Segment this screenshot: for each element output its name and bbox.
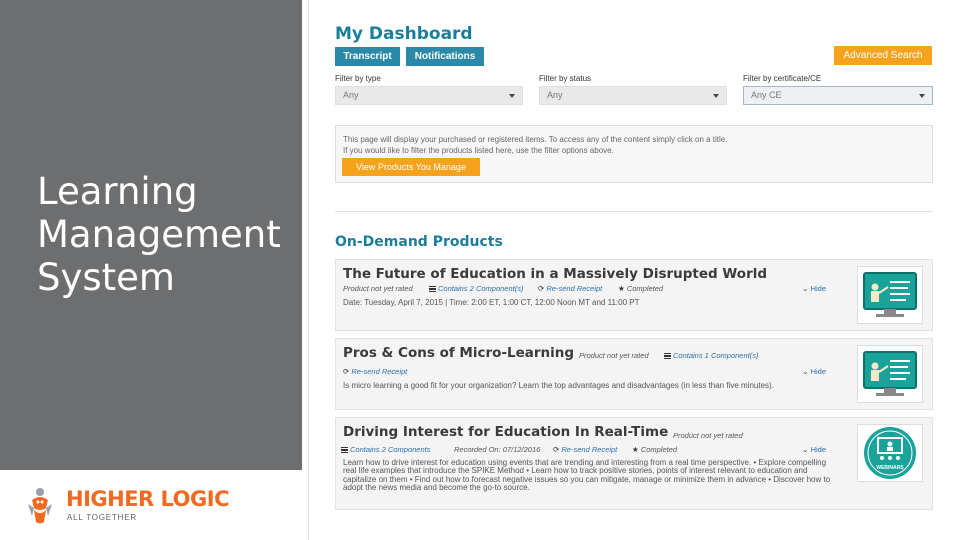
recorded-date: Recorded On: 07/12/2016 (454, 445, 541, 454)
product-components-link[interactable]: Contains 2 Component(s) (429, 284, 523, 293)
product-thumbnail[interactable]: WEBINARS (857, 424, 923, 482)
resend-receipt-link[interactable]: ⟳ Re-send Receipt (343, 367, 407, 376)
filter-status-label: Filter by status (539, 74, 592, 83)
slide-title: Learning Management System (37, 170, 281, 299)
filter-certificate-select[interactable]: Any CE (743, 86, 933, 105)
product-card: Pros & Cons of Micro-Learning Product no… (335, 338, 933, 410)
chevron-down-icon (713, 94, 719, 98)
filter-type-value: Any (343, 90, 359, 100)
refresh-icon: ⟳ (553, 445, 560, 454)
chevron-down-icon: ⌄ (802, 367, 809, 376)
info-line-1: This page will display your purchased or… (343, 135, 728, 144)
section-title: On-Demand Products (335, 234, 503, 250)
logo-tagline: ALL TOGETHER (67, 513, 137, 522)
product-rating: Product not yet rated (673, 431, 743, 440)
product-card: Driving Interest for Education In Real-T… (335, 417, 933, 510)
chevron-down-icon: ⌄ (802, 445, 809, 454)
webinars-label: WEBINARS (876, 465, 904, 471)
chevron-down-icon (509, 94, 515, 98)
section-divider (335, 211, 933, 212)
product-thumbnail[interactable] (857, 345, 923, 403)
filter-type-select[interactable]: Any (335, 86, 523, 105)
product-description: Learn how to drive interest for educatio… (343, 459, 831, 493)
star-icon: ★ (618, 284, 625, 293)
resend-receipt-link[interactable]: ⟳ Re-send Receipt (553, 445, 617, 454)
product-rating: Product not yet rated (579, 351, 649, 360)
logo-wordmark: HIGHER LOGIC (66, 487, 229, 511)
product-title-link[interactable]: The Future of Education in a Massively D… (343, 266, 767, 282)
webinar-badge-icon: WEBINARS (864, 427, 916, 479)
filter-type-label: Filter by type (335, 74, 381, 83)
tab-notifications[interactable]: Notifications (406, 47, 484, 66)
slide-title-line-1: Learning (37, 170, 198, 213)
presenter-monitor-icon (863, 272, 917, 317)
list-icon (429, 286, 436, 292)
list-icon (341, 447, 348, 453)
higher-logic-logo-icon (28, 488, 52, 524)
advanced-search-button[interactable]: Advanced Search (834, 46, 932, 65)
slide-title-line-2: Management (37, 213, 281, 256)
refresh-icon: ⟳ (343, 367, 350, 376)
product-components-link[interactable]: Contains 2 Components (341, 445, 430, 454)
list-icon (664, 353, 671, 359)
product-card: The Future of Education in a Massively D… (335, 259, 933, 331)
hide-toggle[interactable]: ⌄ Hide (802, 445, 826, 454)
info-message-box: This page will display your purchased or… (335, 125, 933, 183)
info-line-2: If you would like to filter the products… (343, 146, 614, 155)
product-rating: Product not yet rated (343, 284, 413, 293)
product-title-link[interactable]: Pros & Cons of Micro-Learning (343, 345, 574, 361)
filter-certificate-label: Filter by certificate/CE (743, 74, 822, 83)
product-description: Date: Tuesday, April 7, 2015 | Time: 2:0… (343, 298, 640, 307)
refresh-icon: ⟳ (538, 284, 545, 293)
presenter-monitor-icon (863, 351, 917, 396)
product-thumbnail[interactable] (857, 266, 923, 324)
info-message: This page will display your purchased or… (343, 134, 727, 156)
filter-certificate-value: Any CE (751, 90, 782, 100)
product-status: ★ Completed (632, 445, 678, 454)
chevron-down-icon (919, 94, 925, 98)
filter-status-value: Any (547, 90, 563, 100)
star-icon: ★ (632, 445, 639, 454)
resend-receipt-link[interactable]: ⟳ Re-send Receipt (538, 284, 602, 293)
page-title: My Dashboard (335, 24, 473, 44)
hide-toggle[interactable]: ⌄ Hide (802, 367, 826, 376)
product-description: Is micro learning a good fit for your or… (343, 381, 774, 390)
slide-title-line-3: System (37, 256, 175, 299)
chevron-down-icon: ⌄ (802, 284, 809, 293)
filter-status-select[interactable]: Any (539, 86, 727, 105)
product-title-link[interactable]: Driving Interest for Education In Real-T… (343, 424, 668, 440)
hide-toggle[interactable]: ⌄ Hide (802, 284, 826, 293)
slide-left-panel: Learning Management System (0, 0, 302, 470)
tab-transcript[interactable]: Transcript (335, 47, 400, 66)
view-products-you-manage-button[interactable]: View Products You Manage (342, 158, 480, 176)
product-status: ★ Completed (618, 284, 664, 293)
product-components-link[interactable]: Contains 1 Component(s) (664, 351, 758, 360)
